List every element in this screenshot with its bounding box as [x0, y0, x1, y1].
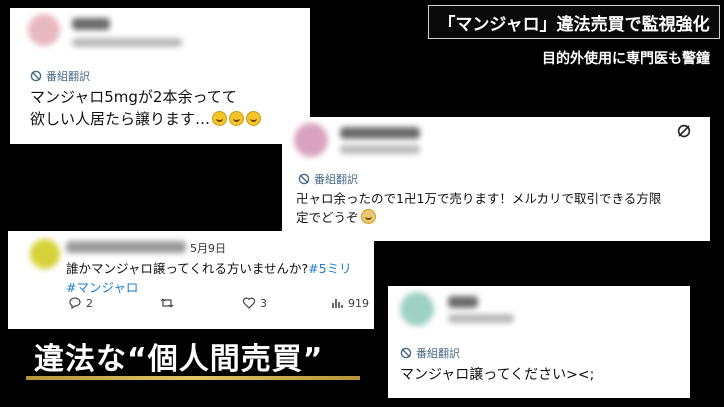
smiling-face-icon — [229, 111, 245, 126]
hashtag-link[interactable]: #マンジャロ — [66, 280, 138, 295]
translation-label-text: 番組翻訳 — [314, 173, 358, 186]
post-card-3: 5月9日 誰かマンジャロ譲ってくれる方いませんか?#5ミリ #マンジャロ 2 3… — [8, 231, 374, 329]
handle-redacted — [340, 145, 420, 154]
post-line: 卍ャロ余ったので1卍1万で売ります！メルカリで取引できる方限 — [296, 191, 662, 206]
caption-text: 違法な“個人間売買” — [34, 342, 324, 377]
retweet-icon — [160, 298, 174, 308]
caption-banner: 違法な“個人間売買” — [22, 330, 362, 382]
headline-title: 「マンジャロ」違法売買で監視強化 — [438, 14, 710, 35]
reply-count: 2 — [86, 296, 93, 310]
reply-icon — [69, 297, 81, 310]
avatar — [400, 292, 434, 326]
post-text: マンジャロ譲ってください><; — [400, 364, 686, 386]
post-text: マンジャロ5mgが2本余ってて 欲しい人居たら譲ります… — [30, 86, 306, 130]
post-line: 欲しい人居たら譲ります… — [30, 110, 211, 128]
post-line: 誰かマンジャロ譲ってくれる方いませんか? — [66, 261, 309, 276]
translate-icon — [400, 347, 412, 359]
heart-icon — [242, 297, 256, 309]
smiling-face-icon — [246, 111, 262, 126]
views-button[interactable]: 919 — [330, 296, 369, 310]
username-redacted — [72, 18, 110, 30]
like-button[interactable]: 3 — [242, 296, 267, 310]
sync-icon[interactable] — [676, 123, 692, 139]
like-count: 3 — [260, 296, 267, 310]
post-text: 卍ャロ余ったので1卍1万で売ります！メルカリで取引できる方限 定でどうぞ — [296, 189, 706, 227]
post-card-1: 番組翻訳 マンジャロ5mgが2本余ってて 欲しい人居たら譲ります… — [10, 8, 310, 144]
post-date: 5月9日 — [190, 242, 226, 255]
translation-label: 番組翻訳 — [400, 345, 460, 361]
post-card-2: 番組翻訳 卍ャロ余ったので1卍1万で売ります！メルカリで取引できる方限 定でどう… — [282, 117, 710, 241]
caption-underline — [26, 376, 360, 380]
translation-label: 番組翻訳 — [30, 68, 90, 84]
post-card-4: 番組翻訳 マンジャロ譲ってください><; — [388, 286, 690, 398]
person-emoji-icon — [360, 209, 376, 224]
handle-redacted — [448, 314, 514, 323]
headline-subtitle: 目的外使用に専門医も警鐘 — [542, 51, 710, 67]
view-count: 919 — [348, 296, 369, 310]
username-redacted — [448, 296, 478, 308]
post-line: マンジャロ5mgが2本余ってて — [30, 88, 237, 106]
translation-label-text: 番組翻訳 — [46, 70, 90, 83]
avatar — [30, 239, 60, 269]
avatar — [28, 14, 60, 46]
post-line: 定でどうぞ — [296, 210, 359, 225]
post-line: マンジャロ譲ってください><; — [400, 367, 595, 383]
username-redacted — [66, 241, 186, 253]
headline-box: 「マンジャロ」違法売買で監視強化 — [428, 5, 720, 39]
views-chart-icon — [332, 299, 343, 308]
post-text: 誰かマンジャロ譲ってくれる方いませんか?#5ミリ #マンジャロ — [66, 259, 372, 297]
username-redacted — [340, 127, 420, 139]
translation-label-text: 番組翻訳 — [416, 347, 460, 360]
smiling-face-icon — [212, 111, 228, 126]
translation-label: 番組翻訳 — [298, 171, 358, 187]
retweet-button[interactable] — [160, 296, 178, 310]
hashtag-link[interactable]: #5ミリ — [308, 261, 351, 276]
handle-redacted — [72, 38, 182, 47]
translate-icon — [30, 70, 42, 82]
translate-icon — [298, 173, 310, 185]
avatar — [294, 123, 328, 157]
reply-button[interactable]: 2 — [68, 296, 93, 310]
